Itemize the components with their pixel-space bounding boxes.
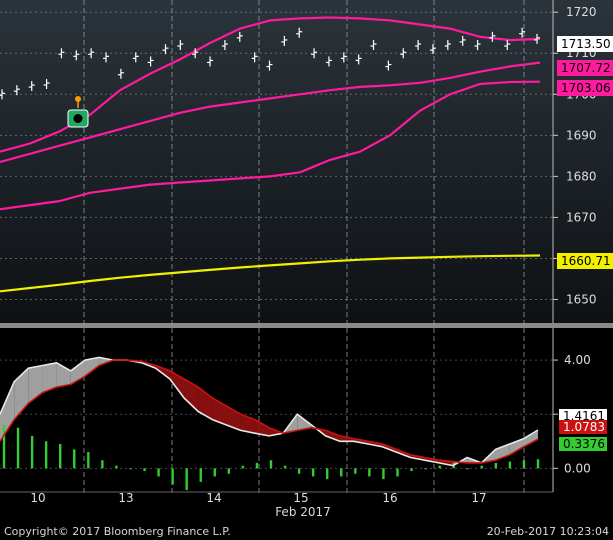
timestamp-text: 20-Feb-2017 10:23:04 [486, 525, 609, 538]
label-text: 1707.72 [561, 61, 611, 75]
x-tick-label: 15 [293, 491, 308, 505]
histogram-bar [199, 468, 202, 482]
histogram-bar [508, 461, 512, 469]
label-text: 1660.71 [561, 254, 611, 268]
histogram-bar [326, 468, 329, 480]
histogram-bar [269, 460, 273, 469]
oscillator-last-value-label: 1.0783 [559, 420, 607, 434]
x-tick-label: 16 [382, 491, 397, 505]
histogram-bar [466, 468, 469, 470]
histogram-bar [494, 462, 498, 469]
histogram-bar [438, 465, 441, 469]
histogram-bar [311, 468, 315, 477]
price-last-value-label: 1713.50 [557, 36, 613, 52]
histogram-bar [44, 441, 48, 469]
histogram-bar [536, 459, 540, 469]
histogram-bar [227, 468, 231, 474]
price-last-value-label: 1660.71 [557, 253, 613, 269]
histogram-bar [129, 468, 132, 470]
histogram-bar [354, 468, 357, 474]
x-tick-label: 14 [206, 491, 221, 505]
x-axis-month-label: Feb 2017 [275, 505, 331, 519]
price-last-value-label: 1707.72 [557, 60, 613, 76]
footer: Copyright© 2017 Bloomberg Finance L.P. 2… [0, 524, 613, 540]
price-tick-label: 1670 [566, 210, 597, 224]
oscillator-tick-label: 0.00 [564, 461, 591, 475]
histogram-bar [171, 468, 174, 485]
histogram-bar [368, 468, 371, 477]
histogram-bar [410, 468, 413, 472]
price-tick-label: 1690 [566, 128, 597, 142]
price-tick-label: 1720 [566, 5, 597, 19]
chart-root: 16501660167016801690170017101720 1713.50… [0, 0, 613, 524]
histogram-bar [115, 465, 118, 469]
histogram-bar [30, 435, 34, 469]
histogram-bar [424, 468, 427, 470]
x-tick-label: 10 [30, 491, 45, 505]
histogram-bar [241, 465, 245, 469]
histogram-bar [143, 468, 146, 472]
oscillator-last-value-labels: 1.41611.07830.3376 [559, 409, 607, 451]
label-text: 0.3376 [563, 437, 605, 451]
histogram-bar [382, 468, 385, 480]
event-marker-dot [75, 96, 81, 102]
histogram-bar [255, 462, 259, 469]
histogram-bar [340, 468, 343, 477]
price-tick-label: 1650 [566, 292, 597, 306]
x-tick-label: 13 [118, 491, 133, 505]
oscillator-tick-label: 4.00 [564, 353, 591, 367]
histogram-bar [87, 452, 90, 469]
histogram-bar [73, 449, 76, 469]
histogram-bar [213, 468, 216, 477]
price-last-value-label: 1703.06 [557, 80, 613, 96]
histogram-bar [2, 425, 6, 469]
histogram-bar [480, 465, 483, 469]
histogram-bar [297, 468, 301, 474]
histogram-bar [396, 468, 399, 477]
label-text: 1713.50 [561, 37, 611, 51]
histogram-bar [185, 468, 188, 490]
x-tick-label: 17 [471, 491, 486, 505]
oscillator-last-value-label: 0.3376 [559, 437, 607, 451]
price-tick-label: 1680 [566, 169, 597, 183]
event-marker-icon [73, 114, 83, 123]
histogram-bar [16, 427, 20, 469]
histogram-bar [522, 460, 526, 469]
label-text: 1.0783 [563, 420, 605, 434]
label-text: 1703.06 [561, 81, 611, 95]
histogram-bar [59, 443, 62, 469]
histogram-bar [157, 468, 160, 477]
copyright-text: Copyright© 2017 Bloomberg Finance L.P. [4, 525, 231, 538]
histogram-bar [101, 460, 104, 469]
histogram-bar [283, 465, 287, 469]
